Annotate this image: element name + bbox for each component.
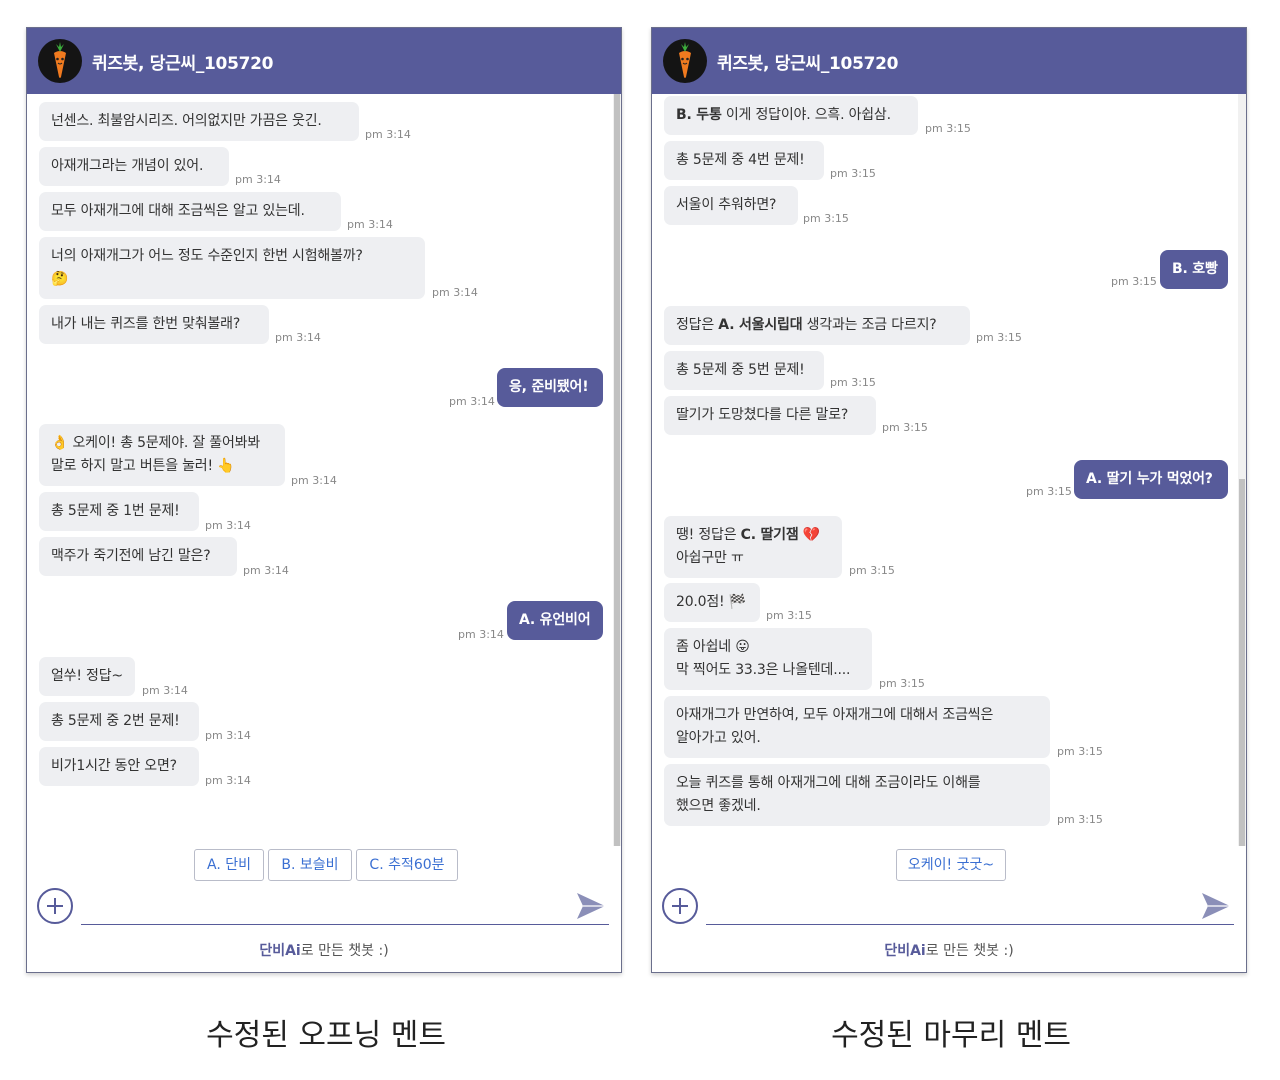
user-message: A. 딸기 누가 먹었어? xyxy=(1074,460,1228,499)
quick-replies: 오케이! 굿굿~ xyxy=(652,849,1246,883)
message-time: pm 3:15 xyxy=(830,167,876,180)
message-time: pm 3:14 xyxy=(205,729,251,742)
quick-reply-button[interactable]: C. 추적60분 xyxy=(356,849,458,881)
message-time: pm 3:15 xyxy=(1057,813,1103,826)
bot-message: 20.0점! 🏁 xyxy=(664,583,760,622)
scrollbar[interactable] xyxy=(1238,94,1246,846)
carrot-icon xyxy=(663,39,707,83)
bot-message: 서울이 추워하면? xyxy=(664,186,798,225)
bot-message: 내가 내는 퀴즈를 한번 맞춰볼래? xyxy=(39,305,269,344)
add-attachment-button[interactable] xyxy=(662,888,698,924)
bot-message: 아재개그라는 개념이 있어. xyxy=(39,147,229,186)
bot-message: 총 5문제 중 5번 문제! xyxy=(664,351,824,390)
pointing-hand-emoji: 👆 xyxy=(217,458,235,474)
brand-name: 단비Ai xyxy=(884,943,926,959)
message-time: pm 3:15 xyxy=(879,677,925,690)
message-time: pm 3:15 xyxy=(1057,745,1103,758)
bot-message: 총 5문제 중 4번 문제! xyxy=(664,141,824,180)
bot-message: 모두 아재개그에 대해 조금씩은 알고 있는데. xyxy=(39,192,341,231)
bot-message: 총 5문제 중 2번 문제! xyxy=(39,702,199,741)
message-time: pm 3:15 xyxy=(1026,485,1072,498)
user-message: B. 호빵 xyxy=(1160,250,1228,289)
message-list[interactable]: B. 두통 이게 정답이야. 으흑. 아쉽삼. pm 3:15 총 5문제 중 … xyxy=(652,94,1246,846)
message-time: pm 3:15 xyxy=(766,609,812,622)
chat-header: 퀴즈봇, 당근씨_105720 xyxy=(652,28,1246,94)
message-time: pm 3:14 xyxy=(205,774,251,787)
composer xyxy=(27,883,621,933)
bot-message: 비가1시간 동안 오면? xyxy=(39,747,199,786)
bot-message: 👌 오케이! 총 5문제야. 잘 풀어봐봐 말로 하지 말고 버튼을 눌러! 👆 xyxy=(39,424,285,486)
quick-replies: A. 단비 B. 보슬비 C. 추적60분 xyxy=(27,849,621,883)
bot-message: 얼쑤! 정답~ xyxy=(39,657,135,696)
message-time: pm 3:15 xyxy=(1111,275,1157,288)
thinking-face-emoji: 🤔 xyxy=(51,271,69,287)
bot-message: 너의 아재개그가 어느 정도 수준인지 한번 시험해볼까? 🤔 xyxy=(39,237,425,299)
bot-message: 오늘 퀴즈를 통해 아재개그에 대해 조금이라도 이해를 했으면 좋겠네. xyxy=(664,764,1050,826)
bot-message: 넌센스. 최불암시리즈. 어의없지만 가끔은 웃긴. xyxy=(39,102,359,141)
message-list[interactable]: 넌센스. 최불암시리즈. 어의없지만 가끔은 웃긴. pm 3:14 아재개그라… xyxy=(27,94,621,846)
user-message: 응, 준비됐어! xyxy=(497,368,603,407)
caption-closing: 수정된 마무리 멘트 xyxy=(831,1018,1071,1053)
bot-message: 좀 아쉽네 😛 막 찍어도 33.3은 나올텐데.... xyxy=(664,628,872,690)
quick-reply-button[interactable]: 오케이! 굿굿~ xyxy=(896,849,1006,881)
message-time: pm 3:14 xyxy=(205,519,251,532)
send-icon[interactable] xyxy=(575,891,607,921)
send-icon[interactable] xyxy=(1200,891,1232,921)
bot-message: 아재개그가 만연하여, 모두 아재개그에 대해서 조금씩은 알아가고 있어. xyxy=(664,696,1050,758)
ok-hand-emoji: 👌 xyxy=(51,435,69,451)
chat-title: 퀴즈봇, 당근씨_105720 xyxy=(717,53,899,74)
message-time: pm 3:14 xyxy=(365,128,411,141)
quick-reply-button[interactable]: A. 단비 xyxy=(194,849,264,881)
chat-window-opening: 퀴즈봇, 당근씨_105720 넌센스. 최불암시리즈. 어의없지만 가끔은 웃… xyxy=(26,27,622,973)
bot-message: B. 두통 이게 정답이야. 으흑. 아쉽삼. xyxy=(664,96,918,135)
message-time: pm 3:15 xyxy=(803,212,849,225)
chat-window-closing: 퀴즈봇, 당근씨_105720 B. 두통 이게 정답이야. 으흑. 아쉽삼. … xyxy=(651,27,1247,973)
checkered-flag-emoji: 🏁 xyxy=(728,594,746,610)
message-time: pm 3:14 xyxy=(347,218,393,231)
message-time: pm 3:14 xyxy=(458,628,504,641)
message-time: pm 3:15 xyxy=(976,331,1022,344)
message-time: pm 3:14 xyxy=(243,564,289,577)
message-time: pm 3:14 xyxy=(449,395,495,408)
message-time: pm 3:14 xyxy=(235,173,281,186)
scrollbar[interactable] xyxy=(613,94,621,846)
chat-header: 퀴즈봇, 당근씨_105720 xyxy=(27,28,621,94)
message-time: pm 3:15 xyxy=(925,122,971,135)
message-time: pm 3:14 xyxy=(432,286,478,299)
message-time: pm 3:14 xyxy=(142,684,188,697)
message-time: pm 3:14 xyxy=(291,474,337,487)
carrot-icon xyxy=(38,39,82,83)
bot-message: 총 5문제 중 1번 문제! xyxy=(39,492,199,531)
bot-message: 딸기가 도망쳤다를 다른 말로? xyxy=(664,396,876,435)
message-input[interactable] xyxy=(81,887,609,925)
footer-text: 로 만든 챗봇 :) xyxy=(925,943,1014,959)
message-time: pm 3:15 xyxy=(849,564,895,577)
composer xyxy=(652,883,1246,933)
message-input[interactable] xyxy=(706,887,1234,925)
bot-message: 맥주가 죽기전에 남긴 말은? xyxy=(39,537,237,576)
bot-message: 정답은 A. 서울시립대 생각과는 조금 다르지? xyxy=(664,306,970,345)
tongue-face-emoji: 😛 xyxy=(735,639,750,655)
message-time: pm 3:14 xyxy=(275,331,321,344)
caption-opening: 수정된 오프닝 멘트 xyxy=(206,1018,446,1053)
footer-credit: 단비Ai로 만든 챗봇 :) xyxy=(27,940,621,960)
footer-text: 로 만든 챗봇 :) xyxy=(300,943,389,959)
broken-heart-emoji: 💔 xyxy=(802,527,821,543)
chat-title: 퀴즈봇, 당근씨_105720 xyxy=(92,53,274,74)
scrollbar-thumb[interactable] xyxy=(1239,479,1245,846)
add-attachment-button[interactable] xyxy=(37,888,73,924)
bot-message: 땡! 정답은 C. 딸기잼 💔 아쉽구만 ㅠ xyxy=(664,516,842,578)
brand-name: 단비Ai xyxy=(259,943,301,959)
scrollbar-thumb[interactable] xyxy=(614,94,620,846)
message-time: pm 3:15 xyxy=(882,421,928,434)
user-message: A. 유언비어 xyxy=(507,601,603,640)
footer-credit: 단비Ai로 만든 챗봇 :) xyxy=(652,940,1246,960)
quick-reply-button[interactable]: B. 보슬비 xyxy=(268,849,352,881)
message-time: pm 3:15 xyxy=(830,376,876,389)
